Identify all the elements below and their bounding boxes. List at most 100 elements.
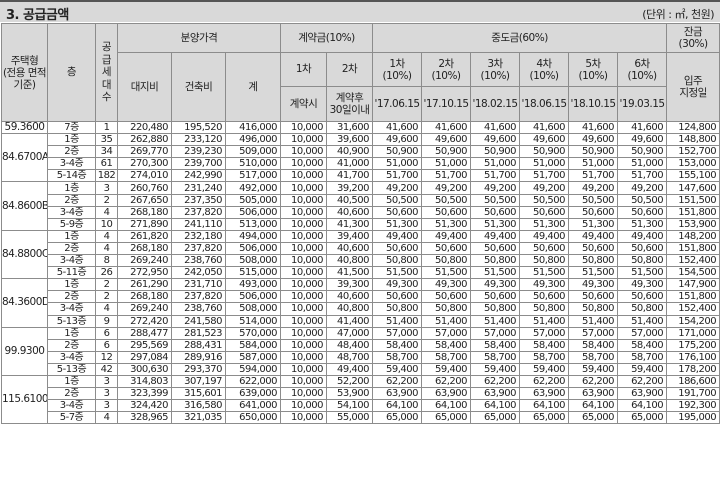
- cell-middle-4: 50,900: [519, 145, 570, 159]
- cell-total: 493,000: [225, 278, 281, 292]
- cell-contract-1: 10,000: [280, 157, 327, 171]
- cell-balance: 151,800: [666, 290, 720, 304]
- cell-middle-4: 50,600: [519, 241, 570, 256]
- cell-middle-5: 50,900: [568, 145, 619, 159]
- cell-middle-2: 49,400: [421, 229, 472, 243]
- cell-middle-6: 50,600: [617, 205, 668, 219]
- cell-middle-2: 49,300: [421, 278, 472, 292]
- header-building: 건축비: [171, 52, 226, 122]
- cell-land: 272,420: [117, 314, 172, 328]
- cell-middle-6: 51,700: [617, 169, 668, 183]
- cell-units: 6: [95, 338, 118, 352]
- cell-middle-3: 51,700: [470, 169, 521, 183]
- cell-middle-4: 49,200: [519, 181, 570, 195]
- supply-price-table: 주택형 (전용 면적 기준) 층 공 급 세 대 수 분양가격 계약금(10%)…: [1, 23, 720, 425]
- cell-middle-4: 58,700: [519, 350, 570, 364]
- cell-contract-1: 10,000: [280, 411, 327, 425]
- cell-contract-2: 48,400: [325, 338, 374, 352]
- cell-middle-5: 65,000: [568, 411, 619, 425]
- cell-total: 587,000: [225, 350, 281, 364]
- cell-building: 321,035: [171, 411, 226, 425]
- table-row: 2층 2 267,650 237,350 505,000 10,000 40,500 50,5…: [2, 193, 720, 207]
- cell-land: 261,820: [117, 229, 172, 243]
- cell-building: 241,110: [171, 217, 226, 231]
- cell-land: 274,010: [117, 169, 172, 183]
- cell-contract-2: 55,000: [325, 411, 374, 425]
- cell-contract-1: 10,000: [280, 314, 327, 328]
- header-middle-payment: 중도금(60%): [372, 23, 668, 53]
- cell-land: 323,399: [117, 387, 172, 401]
- cell-land: 268,180: [117, 241, 172, 256]
- cell-middle-1: 49,400: [372, 229, 423, 243]
- cell-contract-1: 10,000: [280, 338, 327, 352]
- cell-building: 231,240: [171, 181, 226, 195]
- cell-type: 84.6700A: [1, 133, 48, 183]
- cell-middle-2: 49,600: [421, 133, 472, 147]
- header-land: 대지비: [117, 52, 172, 122]
- table-row: 84.6700A 1층 35 262,880 233,120 496,000 10,000 3…: [1, 133, 720, 183]
- cell-middle-1: 50,600: [372, 290, 423, 304]
- cell-balance: 178,200: [666, 362, 720, 376]
- table-row: 3-4층 4 268,180 237,820 506,000 10,000 40,600 50…: [2, 205, 720, 219]
- cell-total: 513,000: [225, 217, 281, 231]
- table-row: 2층 2 268,180 237,820 506,000 10,000 40,600 50,6…: [2, 290, 720, 304]
- cell-land: 269,240: [117, 302, 172, 316]
- cell-contract-2: 52,200: [325, 374, 374, 389]
- cell-balance: 195,000: [666, 411, 720, 425]
- cell-middle-1: 50,900: [372, 145, 423, 159]
- cell-middle-6: 49,400: [617, 229, 668, 243]
- cell-units: 3: [95, 374, 118, 389]
- table-row: 3-4층 61 270,300 239,700 510,000 10,000 41,000 5…: [2, 157, 720, 171]
- cell-contract-1: 10,000: [280, 350, 327, 364]
- cell-middle-4: 51,000: [519, 157, 570, 171]
- cell-balance: 151,800: [666, 241, 720, 256]
- cell-balance: 154,500: [666, 266, 720, 280]
- cell-total: 508,000: [225, 254, 281, 268]
- cell-floor: 5-13층: [47, 362, 96, 376]
- cell-middle-6: 50,500: [617, 193, 668, 207]
- cell-contract-1: 10,000: [280, 241, 327, 256]
- cell-floor: 1층: [47, 374, 96, 389]
- cell-balance: 148,800: [666, 133, 720, 147]
- table-row: 5-13층 9 272,420 241,580 514,000 10,000 41,400 5…: [2, 314, 720, 328]
- cell-middle-3: 62,200: [470, 374, 521, 389]
- table-row: 84.3600D 1층 2 261,290 231,710 493,000 10,000 39…: [1, 278, 720, 328]
- cell-contract-2: 39,600: [325, 133, 374, 147]
- cell-middle-3: 58,700: [470, 350, 521, 364]
- cell-land: 260,760: [117, 181, 172, 195]
- cell-contract-2: 39,400: [325, 229, 374, 243]
- cell-middle-5: 51,400: [568, 314, 619, 328]
- cell-contract-2: 40,600: [325, 290, 374, 304]
- cell-middle-1: 57,000: [372, 326, 423, 340]
- cell-units: 4: [95, 241, 118, 256]
- cell-total: 416,000: [225, 120, 281, 135]
- cell-middle-3: 64,100: [470, 399, 521, 413]
- cell-total: 508,000: [225, 302, 281, 316]
- cell-total: 506,000: [225, 241, 281, 256]
- cell-contract-2: 39,300: [325, 278, 374, 292]
- cell-contract-1: 10,000: [280, 229, 327, 243]
- table-row: 2층 4 268,180 237,820 506,000 10,000 40,600 50,6…: [2, 241, 720, 256]
- cell-middle-3: 63,900: [470, 387, 521, 401]
- cell-middle-4: 49,600: [519, 133, 570, 147]
- cell-floor: 2층: [47, 290, 96, 304]
- cell-middle-2: 57,000: [421, 326, 472, 340]
- cell-middle-5: 59,400: [568, 362, 619, 376]
- cell-floor: 5-7층: [47, 411, 96, 425]
- table-row: 5-11층 26 272,950 242,050 515,000 10,000 41,500…: [2, 266, 720, 280]
- cell-balance: 153,000: [666, 157, 720, 171]
- cell-total: 570,000: [225, 326, 281, 340]
- cell-middle-4: 51,700: [519, 169, 570, 183]
- table-row: 5-14층 182 274,010 242,990 517,000 10,000 41,70…: [2, 169, 720, 183]
- cell-units: 4: [95, 205, 118, 219]
- cell-land: 295,569: [117, 338, 172, 352]
- cell-building: 316,580: [171, 399, 226, 413]
- cell-middle-3: 49,600: [470, 133, 521, 147]
- cell-total: 515,000: [225, 266, 281, 280]
- table-row: 5-13층 42 300,630 293,370 594,000 10,000 49,400…: [2, 362, 720, 376]
- cell-middle-6: 57,000: [617, 326, 668, 340]
- cell-middle-1: 58,400: [372, 338, 423, 352]
- cell-middle-4: 51,300: [519, 217, 570, 231]
- cell-units: 26: [95, 266, 118, 280]
- table-row: 5-9층 10 271,890 241,110 513,000 10,000 41,300 5…: [2, 217, 720, 231]
